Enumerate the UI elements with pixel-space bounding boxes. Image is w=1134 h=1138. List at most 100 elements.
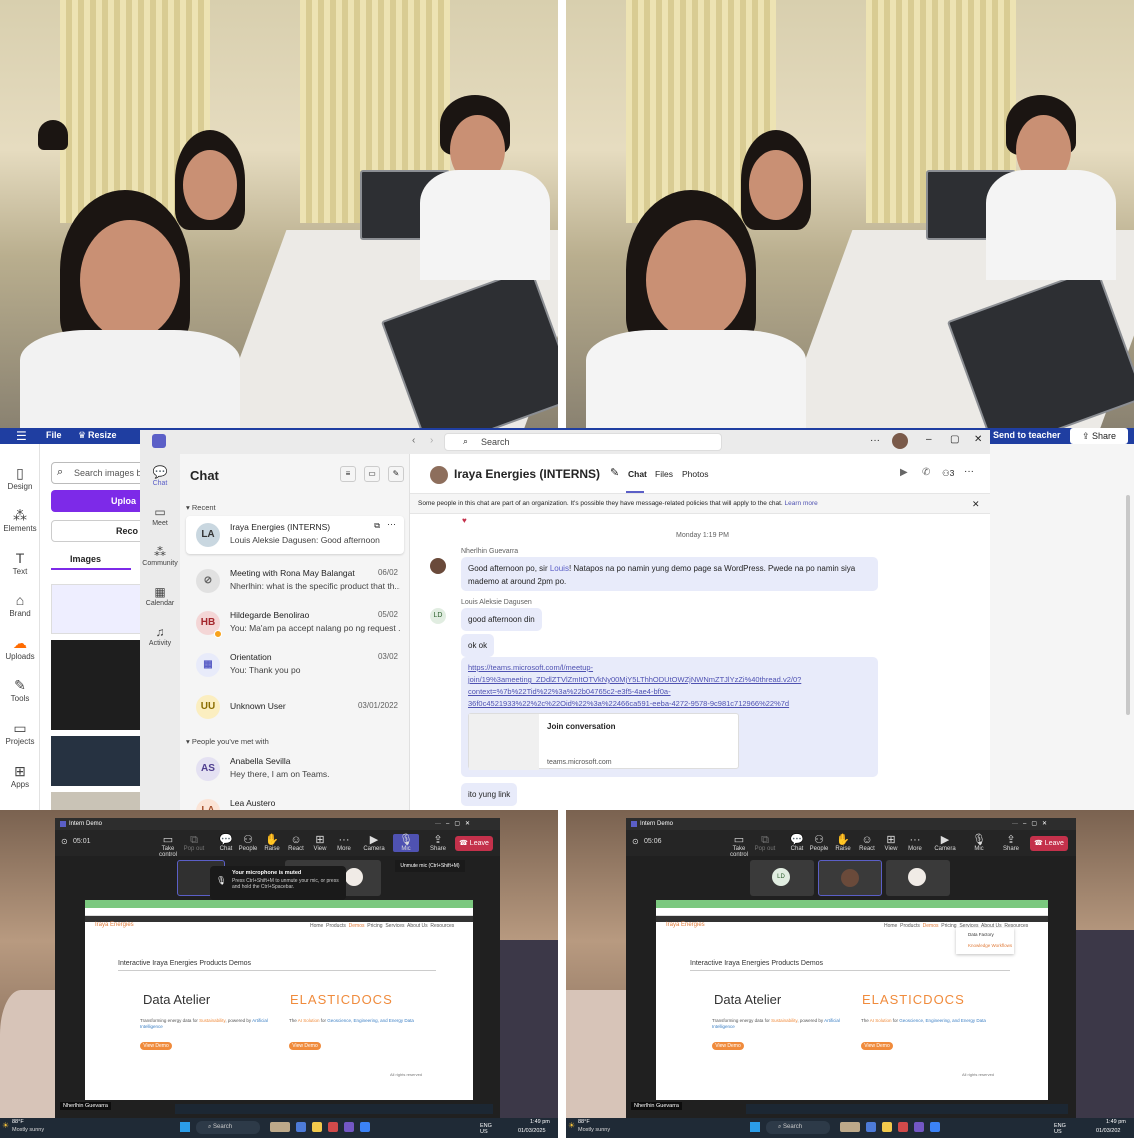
upload-thumbnail[interactable] — [51, 736, 141, 786]
sidebar-item-brand[interactable]: ⌂ Brand — [0, 591, 40, 618]
people-button[interactable]: ⚇ People — [806, 834, 832, 852]
learn-more-link[interactable]: Learn more — [785, 500, 818, 507]
app-icon[interactable] — [840, 1122, 860, 1132]
minimize-icon[interactable]: – — [926, 434, 932, 445]
app-icon[interactable] — [898, 1122, 908, 1132]
nav-home[interactable]: Home — [310, 923, 323, 929]
chat-item[interactable]: HB Hildegarde Benolirao You: Ma'am pa ac… — [186, 604, 404, 642]
chat-item[interactable]: ▦ Orientation You: Thank you po 03/02 — [186, 646, 404, 684]
camera-button[interactable]: ▶ Camera — [932, 834, 958, 852]
nav-resources[interactable]: Resources — [430, 923, 454, 929]
nav-about[interactable]: About Us — [407, 923, 428, 929]
meeting-link[interactable]: https://teams.microsoft.com/l/meetup- jo… — [468, 662, 871, 710]
start-icon[interactable] — [180, 1122, 190, 1132]
send-to-teacher-button[interactable]: Send to teacher — [993, 430, 1061, 440]
window-controls[interactable]: ··· – ▢ ✕ — [1012, 818, 1047, 830]
resize-menu[interactable]: Resize — [88, 430, 117, 440]
view-demo-button[interactable]: View Demo — [712, 1042, 744, 1050]
people-button[interactable]: ⚇ People — [235, 834, 261, 852]
raise-button[interactable]: ✋ Raise — [259, 834, 285, 852]
raise-button[interactable]: ✋ Raise — [830, 834, 856, 852]
pop-out-button[interactable]: ⧉ Pop out — [752, 834, 778, 852]
more-icon[interactable]: ··· — [870, 435, 880, 446]
upload-thumbnail[interactable] — [51, 584, 141, 634]
rail-meet[interactable]: ▭ Meet — [140, 504, 180, 527]
sidebar-item-tools[interactable]: ✎ Tools — [0, 676, 40, 703]
leave-button[interactable]: ☎ Leave — [455, 836, 493, 851]
chat-item[interactable]: ⊘ Meeting with Rona May Balangat Nherlhi… — [186, 562, 404, 600]
rail-community[interactable]: ⁂ Community — [140, 544, 180, 567]
taskbar-search[interactable]: ⌕ Search — [766, 1121, 830, 1134]
app-icon[interactable] — [930, 1122, 940, 1132]
folder-icon[interactable] — [312, 1122, 322, 1132]
nav-home[interactable]: Home — [884, 923, 897, 929]
share-button[interactable]: ⇪ Share — [425, 834, 451, 852]
chat-item[interactable]: LA Iraya Energies (INTERNS) Louis Aleksi… — [186, 516, 404, 554]
take-control-button[interactable]: ▭ Take control — [155, 834, 181, 858]
participant-tile[interactable] — [818, 860, 882, 896]
upload-thumbnail[interactable] — [51, 640, 141, 730]
new-chat-icon[interactable]: ✎ — [388, 466, 404, 482]
share-button[interactable]: ⇪ Share — [1070, 428, 1128, 444]
view-button[interactable]: ⊞ View — [307, 834, 333, 852]
app-icon[interactable] — [914, 1122, 924, 1132]
profile-avatar[interactable] — [892, 433, 908, 449]
react-button[interactable]: ☺ React — [283, 834, 309, 852]
sidebar-item-design[interactable]: ▯ Design — [0, 464, 40, 491]
leave-button[interactable]: ☎ Leave — [1030, 836, 1068, 851]
react-button[interactable]: ☺ React — [854, 834, 880, 852]
pop-out-button[interactable]: ⧉ Pop out — [181, 834, 207, 852]
mic-button[interactable]: 🎙 Mic — [393, 834, 419, 852]
tab-images[interactable]: Images — [70, 554, 101, 564]
edit-name-icon[interactable]: ✎ — [610, 466, 619, 479]
app-icon[interactable] — [360, 1122, 370, 1132]
back-arrow-icon[interactable]: ‹ — [412, 435, 415, 446]
nav-products[interactable]: Products — [326, 923, 346, 929]
more-button[interactable]: ··· More — [902, 834, 928, 852]
more-button[interactable]: ··· More — [331, 834, 357, 852]
mic-button[interactable]: 🎙 Mic — [966, 834, 992, 852]
filter-icon[interactable]: ≡ — [340, 466, 356, 482]
rail-chat[interactable]: 💬 Chat — [140, 464, 180, 487]
folder-icon[interactable] — [882, 1122, 892, 1132]
dropdown-item-data-factory[interactable]: Data Factory — [968, 932, 994, 937]
participant-tile[interactable]: LD — [750, 860, 814, 896]
nav-services[interactable]: Services — [385, 923, 404, 929]
close-icon[interactable]: ✕ — [974, 434, 982, 445]
link-preview-card[interactable]: Join conversation teams.microsoft.com — [468, 713, 739, 770]
more-options-icon[interactable]: ··· — [387, 519, 396, 529]
view-demo-button[interactable]: View Demo — [140, 1042, 172, 1050]
tab-chat[interactable]: Chat — [628, 469, 647, 479]
app-icon[interactable] — [866, 1122, 876, 1132]
tab-photos[interactable]: Photos — [682, 469, 708, 479]
sidebar-item-uploads[interactable]: ☁ Uploads — [0, 634, 40, 661]
sidebar-item-apps[interactable]: ⊞ Apps — [0, 762, 40, 789]
maximize-icon[interactable]: ▢ — [950, 434, 959, 445]
menu-icon[interactable]: ☰ — [16, 428, 27, 444]
nav-products[interactable]: Products — [900, 923, 920, 929]
rail-calendar[interactable]: ▦ Calendar — [140, 584, 180, 607]
share-button[interactable]: ⇪ Share — [998, 834, 1024, 852]
taskbar-search[interactable]: ⌕ Search — [196, 1121, 260, 1134]
app-icon[interactable] — [296, 1122, 306, 1132]
take-control-button[interactable]: ▭ Take control — [726, 834, 752, 858]
rail-activity[interactable]: ♫ Activity — [140, 624, 180, 647]
more-icon[interactable]: ··· — [964, 466, 974, 477]
popout-icon[interactable]: ⧉ — [374, 521, 380, 531]
chat-item[interactable]: AS Anabella Sevilla Hey there, I am on T… — [186, 750, 404, 788]
sidebar-item-projects[interactable]: ▭ Projects — [0, 719, 40, 746]
people-met-section-label[interactable]: ▾ People you've met with — [186, 737, 269, 746]
forward-arrow-icon[interactable]: › — [430, 435, 433, 446]
nav-demos[interactable]: Demos — [349, 923, 365, 929]
audio-call-icon[interactable]: ✆ — [922, 467, 930, 478]
dropdown-item-knowledge-workflows[interactable]: Knowledge Workflows — [968, 943, 1012, 948]
sidebar-item-text[interactable]: T Text — [0, 549, 40, 576]
app-icon[interactable] — [270, 1122, 290, 1132]
video-call-icon[interactable]: ▶ — [900, 467, 908, 478]
file-menu[interactable]: File — [46, 430, 62, 440]
sidebar-item-elements[interactable]: ⁂ Elements — [0, 506, 40, 533]
start-icon[interactable] — [750, 1122, 760, 1132]
chat-item[interactable]: UU Unknown User 03/01/2022 — [186, 688, 404, 726]
nav-pricing[interactable]: Pricing — [367, 923, 382, 929]
participant-tile[interactable] — [886, 860, 950, 896]
